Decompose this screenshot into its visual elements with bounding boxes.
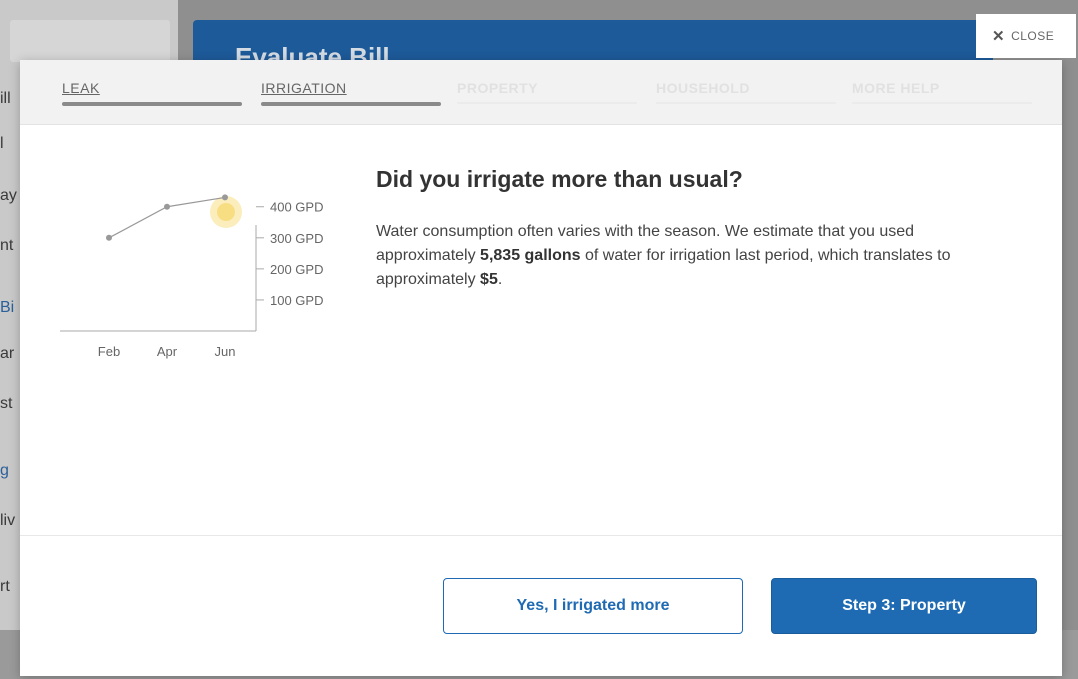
footer-divider bbox=[20, 535, 1062, 536]
tab-label: HOUSEHOLD bbox=[656, 80, 750, 96]
sun-icon-core bbox=[217, 203, 235, 221]
gallons-value: 5,835 gallons bbox=[480, 247, 581, 264]
tab-progress-bar bbox=[62, 102, 242, 106]
data-point bbox=[222, 194, 228, 201]
tab-label: MORE HELP bbox=[852, 80, 940, 96]
tab-leak[interactable]: LEAK bbox=[62, 80, 242, 110]
step-tabs: LEAK IRRIGATION PROPERTY HOUSEHOLD MORE … bbox=[20, 60, 1062, 125]
background-sidebar-text: g bbox=[0, 462, 9, 479]
background-sidebar-text: ar bbox=[0, 345, 15, 362]
background-sidebar-text: l bbox=[0, 135, 4, 152]
background-sidebar-text: rt bbox=[0, 578, 10, 595]
y-tick-label: 200 GPD bbox=[270, 262, 323, 277]
tab-household[interactable]: HOUSEHOLD bbox=[656, 80, 836, 110]
y-tick-label: 400 GPD bbox=[270, 200, 323, 215]
close-button[interactable]: ✕ CLOSE bbox=[976, 14, 1076, 58]
background-sidebar-text: liv bbox=[0, 512, 16, 529]
tab-label: PROPERTY bbox=[457, 80, 539, 96]
data-point bbox=[106, 234, 112, 241]
cost-value: $5 bbox=[480, 271, 498, 288]
tab-progress-bar bbox=[656, 102, 836, 104]
tab-label: IRRIGATION bbox=[261, 80, 347, 96]
x-tick-label: Feb bbox=[98, 344, 120, 359]
x-tick-label: Jun bbox=[215, 344, 236, 359]
irrigation-usage-chart: 400 GPD 300 GPD 200 GPD 100 GPD Feb Apr Jun bbox=[60, 194, 323, 359]
irrigation-estimate-text: Water consumption often varies with the … bbox=[376, 220, 1016, 292]
background-sidebar-text: ill bbox=[0, 90, 11, 107]
close-label: CLOSE bbox=[1011, 29, 1055, 43]
y-tick-label: 100 GPD bbox=[270, 293, 323, 308]
desc-text: . bbox=[497, 271, 503, 288]
background-sidebar-text: st bbox=[0, 395, 13, 412]
x-tick-label: Apr bbox=[157, 344, 178, 359]
tab-more-help[interactable]: MORE HELP bbox=[852, 80, 1032, 110]
tab-progress-bar bbox=[457, 102, 637, 104]
background-search-box bbox=[10, 20, 170, 62]
background-sidebar-text: Bi bbox=[0, 299, 15, 316]
tab-progress-bar bbox=[261, 102, 441, 106]
tab-progress-bar bbox=[852, 102, 1032, 104]
tab-label: LEAK bbox=[62, 80, 100, 96]
y-tick-label: 300 GPD bbox=[270, 231, 323, 246]
page-title: Did you irrigate more than usual? bbox=[376, 166, 743, 192]
background-sidebar-text: ay bbox=[0, 187, 17, 204]
tab-irrigation[interactable]: IRRIGATION bbox=[261, 80, 441, 110]
next-step-button[interactable]: Step 3: Property bbox=[771, 578, 1037, 634]
evaluate-bill-modal: LEAK IRRIGATION PROPERTY HOUSEHOLD MORE … bbox=[20, 60, 1062, 676]
tab-property[interactable]: PROPERTY bbox=[457, 80, 637, 110]
usage-line bbox=[108, 196, 226, 239]
close-icon: ✕ bbox=[992, 28, 1006, 45]
data-point bbox=[164, 203, 170, 210]
background-sidebar-text: nt bbox=[0, 237, 14, 254]
yes-irrigated-more-button[interactable]: Yes, I irrigated more bbox=[443, 578, 743, 634]
